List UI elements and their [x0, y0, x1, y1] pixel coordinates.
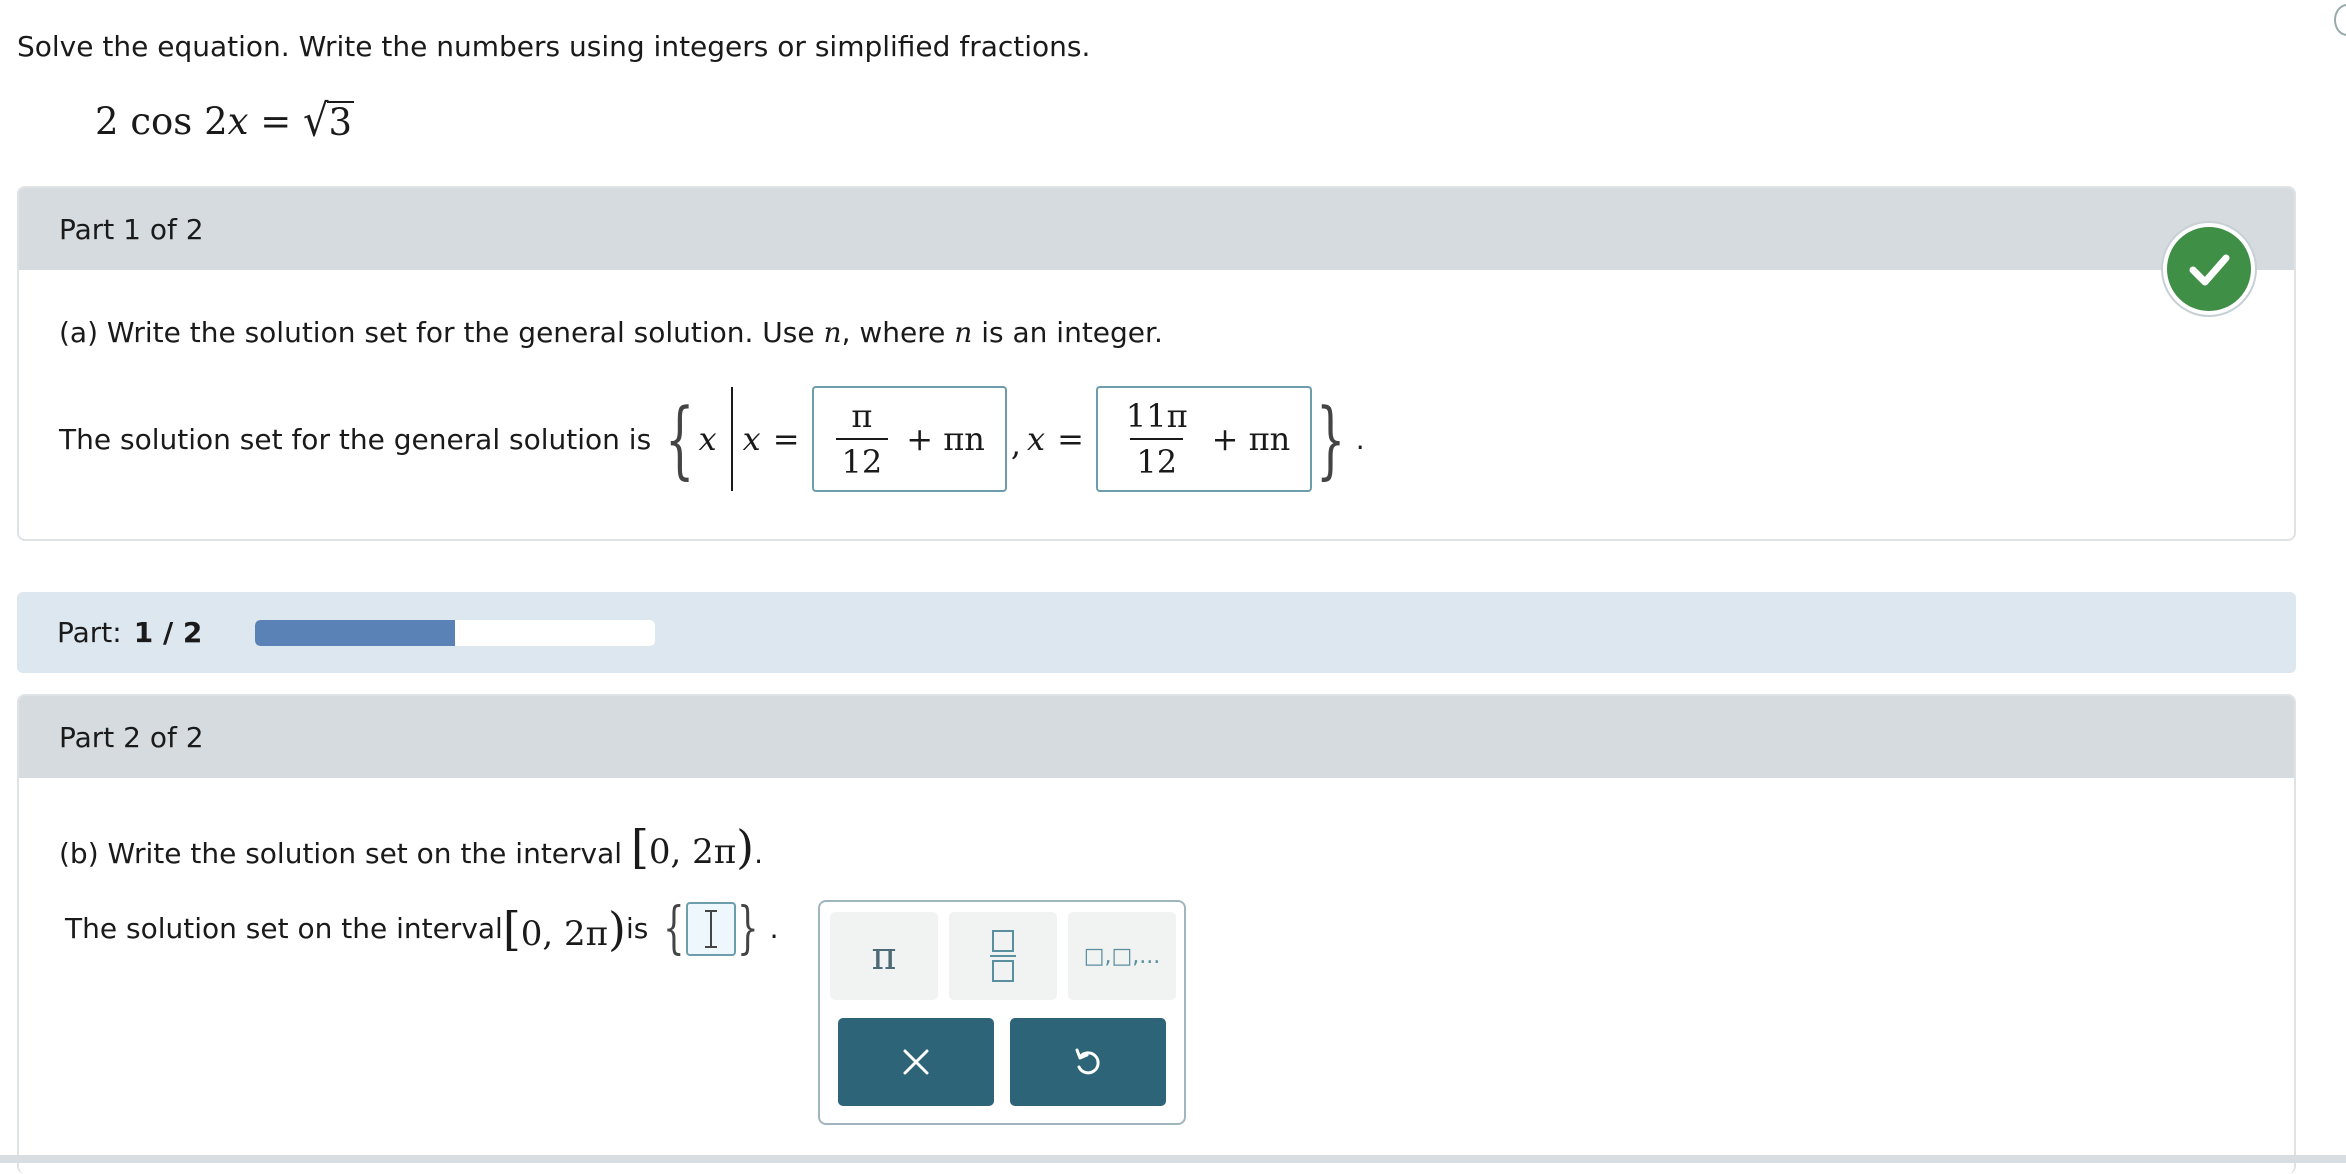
q1-var2: n: [954, 316, 973, 349]
fraction-icon: [990, 930, 1016, 982]
x-label: x: [742, 420, 761, 458]
progress-value: 1 / 2: [133, 616, 203, 649]
bottom-scroll-edge: [0, 1155, 2346, 1163]
progress-bar: [255, 620, 655, 646]
comma: ,: [1010, 425, 1022, 463]
part1-panel: Part 1 of 2 (a) Write the solution set f…: [17, 186, 2296, 541]
close-icon: [903, 1049, 929, 1075]
answer-set: { }: [663, 896, 759, 961]
list-key[interactable]: □,□,...: [1068, 912, 1176, 1000]
q1-lead: (a) Write the solution set for the gener…: [59, 316, 824, 349]
answer2-denominator: 12: [1130, 438, 1184, 484]
answer2-tail: .: [769, 912, 779, 945]
set-variable: x: [698, 420, 717, 458]
equals-sign: =: [772, 420, 800, 458]
math-keypad: π □,□,...: [818, 900, 1186, 1125]
progress-label: Part:: [57, 616, 122, 649]
instructions: Solve the equation. Write the numbers us…: [17, 30, 1091, 63]
part1-header: Part 1 of 2: [19, 188, 2294, 270]
eq-var: x: [227, 100, 249, 143]
radicand: 3: [326, 101, 355, 145]
eq-sign: =: [260, 100, 292, 143]
progress-bar-fill: [255, 620, 455, 646]
equals-sign-2: =: [1057, 420, 1084, 458]
correct-check-icon: [2163, 223, 2255, 315]
period: .: [1355, 422, 1365, 456]
answer2-fraction: 11π 12: [1120, 394, 1194, 484]
answer-label: The solution set for the general solutio…: [59, 422, 652, 456]
q1-tail: is an integer.: [972, 316, 1163, 349]
q2-lead: (b) Write the solution set on the interv…: [59, 837, 631, 870]
part2-answer-row: The solution set on the interval [0, 2π)…: [65, 896, 779, 961]
x-label-2: x: [1027, 420, 1046, 458]
eq-arg-coef: 2: [204, 100, 228, 143]
answer1-fraction: π 12: [835, 394, 889, 484]
answer1-denominator: 12: [835, 438, 889, 484]
answer2-tail: + πn: [1211, 420, 1291, 458]
a2-interval-text: 0, 2π: [520, 913, 609, 954]
answer-box-1[interactable]: π 12 + πn: [811, 386, 1007, 492]
fraction-key[interactable]: [949, 912, 1057, 1000]
progress-band: Part: 1 / 2: [17, 592, 2296, 673]
answer2-mid: is: [625, 912, 649, 945]
part1-question: (a) Write the solution set for the gener…: [59, 316, 1163, 349]
part2-question: (b) Write the solution set on the interv…: [59, 820, 763, 874]
part1-answer-row: The solution set for the general solutio…: [59, 386, 1365, 492]
square-root: √ 3: [303, 95, 355, 147]
set-open-brace: {: [665, 390, 695, 488]
answer-input-slot[interactable]: [685, 901, 736, 956]
answer-box-2[interactable]: 11π 12 + πn: [1095, 386, 1313, 492]
answer1-numerator: π: [851, 397, 873, 435]
clear-button[interactable]: [838, 1018, 994, 1106]
q2-interval: [0, 2π): [630, 820, 755, 874]
undo-icon: [1075, 1048, 1100, 1075]
part2-header: Part 2 of 2: [19, 696, 2294, 778]
q1-mid: , where: [841, 316, 955, 349]
q2-interval-text: 0, 2π: [648, 832, 737, 872]
text-cursor-icon: [704, 909, 717, 948]
set-close-brace: }: [1316, 390, 1346, 488]
pi-key[interactable]: π: [830, 912, 938, 1000]
a2-interval: [0, 2π): [502, 901, 626, 956]
q2-tail: .: [754, 837, 763, 870]
undo-button[interactable]: [1010, 1018, 1166, 1106]
eq-func: cos: [130, 100, 193, 143]
corner-help-icon[interactable]: [2334, 4, 2346, 36]
answer2-numerator: 11π: [1125, 397, 1188, 435]
eq-coef: 2: [95, 100, 119, 143]
given-equation: 2 cos 2x = √ 3: [95, 95, 355, 147]
answer2-lead: The solution set on the interval: [65, 912, 503, 945]
set-bar: [730, 387, 733, 491]
answer1-tail: + πn: [906, 420, 985, 458]
q1-var1: n: [823, 316, 842, 349]
